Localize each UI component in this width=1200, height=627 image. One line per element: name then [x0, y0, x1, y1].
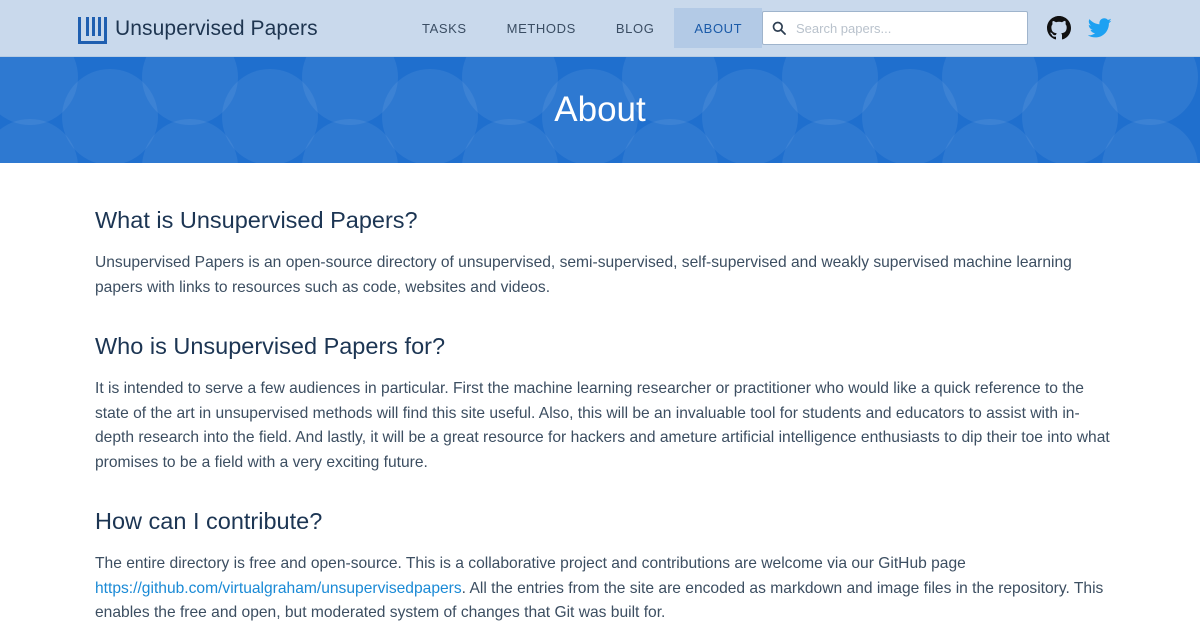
github-icon[interactable] — [1047, 16, 1071, 40]
twitter-icon[interactable] — [1088, 16, 1112, 40]
section-text-what: Unsupervised Papers is an open-source di… — [95, 254, 1072, 296]
top-navbar: Unsupervised Papers TASKS METHODS BLOG A… — [0, 0, 1200, 57]
section-heading-what: What is Unsupervised Papers? — [95, 207, 418, 233]
github-repo-link[interactable]: https://github.com/virtualgraham/unsuper… — [95, 580, 462, 597]
search-icon — [772, 21, 786, 35]
section-heading-how: How can I contribute? — [95, 508, 323, 534]
search-input[interactable] — [796, 13, 1016, 43]
main-nav: TASKS METHODS BLOG ABOUT — [402, 8, 763, 48]
search-box — [762, 11, 1028, 45]
contribute-text-before: The entire directory is free and open-so… — [95, 555, 966, 572]
section-text-who: It is intended to serve a few audiences … — [95, 380, 1110, 471]
logo-icon — [78, 14, 107, 44]
hero-banner: About — [0, 57, 1200, 163]
nav-blog[interactable]: BLOG — [596, 8, 675, 48]
page-title: About — [554, 90, 646, 129]
nav-about[interactable]: ABOUT — [674, 8, 763, 48]
brand-logo-link[interactable]: Unsupervised Papers — [78, 14, 318, 44]
section-text-how: The entire directory is free and open-so… — [95, 552, 1105, 626]
nav-methods[interactable]: METHODS — [487, 8, 596, 48]
section-heading-who: Who is Unsupervised Papers for? — [95, 333, 446, 359]
nav-tasks[interactable]: TASKS — [402, 8, 487, 48]
brand-name: Unsupervised Papers — [115, 17, 318, 40]
